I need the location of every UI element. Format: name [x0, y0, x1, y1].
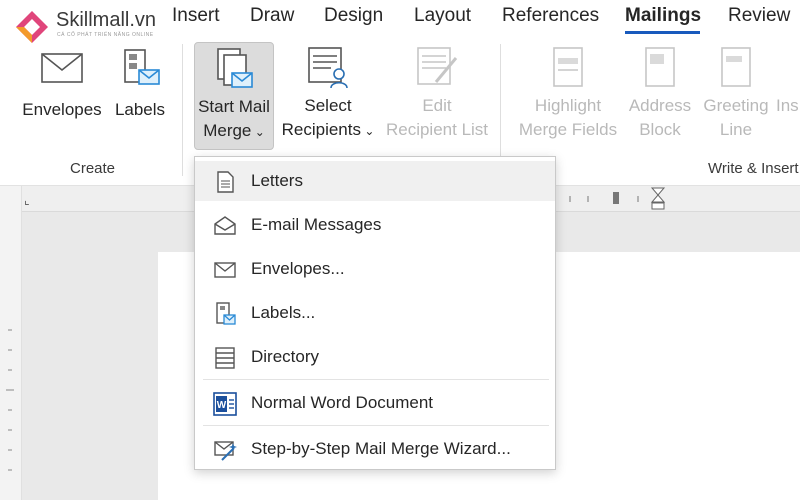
start-mail-merge-menu: Letters E-mail Messages Envelopes... Lab…	[194, 156, 556, 470]
start-mail-merge-label-2-wrap: Merge ⌄	[195, 119, 273, 144]
greeting-line-icon	[721, 47, 751, 87]
menu-item-mail-merge-wizard[interactable]: Step-by-Step Mail Merge Wizard...	[195, 429, 555, 469]
email-icon	[214, 216, 236, 235]
labels-button[interactable]: Labels	[110, 48, 170, 122]
insert-merge-field-label: Ins	[776, 96, 799, 115]
envelopes-label: Envelopes	[22, 100, 102, 119]
envelope-icon	[41, 53, 83, 83]
greeting-label-2: Line	[719, 120, 753, 139]
tab-draw[interactable]: Draw	[250, 5, 294, 27]
labels-icon	[124, 49, 160, 85]
start-mail-merge-label-2: Merge	[203, 121, 252, 140]
menu-item-labels[interactable]: Labels...	[195, 293, 555, 333]
menu-item-label: Envelopes...	[251, 259, 345, 278]
word-icon: W	[213, 392, 237, 416]
select-recipients-icon	[308, 47, 348, 89]
highlight-icon	[553, 47, 583, 87]
menu-item-directory[interactable]: Directory	[195, 337, 555, 377]
highlight-label-2: Merge Fields	[518, 120, 618, 139]
address-block-icon	[645, 47, 675, 87]
label-icon	[216, 302, 236, 325]
chevron-down-icon: ⌄	[360, 124, 375, 138]
letter-icon	[217, 171, 234, 193]
select-recipients-button[interactable]: Select Recipients ⌄	[280, 44, 376, 143]
logo-tagline: CÁ CỐ PHÁT TRIỂN NĂNG ONLINE	[57, 32, 154, 38]
create-group-label: Create	[70, 160, 116, 177]
menu-separator	[203, 379, 549, 380]
envelopes-button[interactable]: Envelopes	[20, 48, 104, 122]
edit-list-icon	[417, 47, 458, 85]
tab-review[interactable]: Review	[728, 5, 790, 27]
wizard-icon	[214, 441, 237, 461]
tab-references[interactable]: References	[502, 5, 599, 27]
insert-merge-field-button[interactable]: Ins	[776, 94, 800, 118]
select-recipients-label-2-wrap: Recipients ⌄	[280, 118, 376, 143]
menu-item-envelopes[interactable]: Envelopes...	[195, 249, 555, 289]
select-recipients-label-1: Select	[304, 96, 352, 115]
tab-insert[interactable]: Insert	[172, 5, 220, 27]
tab-design[interactable]: Design	[324, 5, 383, 27]
edit-list-label-2: Recipient List	[385, 120, 489, 139]
svg-text:⌞: ⌞	[24, 193, 30, 207]
greeting-line-button[interactable]: Greeting Line	[700, 44, 772, 142]
svg-text:W: W	[217, 400, 227, 411]
edit-recipient-list-button[interactable]: Edit Recipient List	[384, 44, 490, 142]
labels-label: Labels	[114, 100, 166, 119]
menu-item-label: Directory	[251, 347, 320, 366]
highlight-merge-fields-button[interactable]: Highlight Merge Fields	[514, 44, 622, 142]
start-mail-merge-button[interactable]: Start Mail Merge ⌄	[194, 42, 274, 150]
menu-item-label: Letters	[251, 171, 303, 190]
skillmall-logo: Skillmall.vn CÁ CỐ PHÁT TRIỂN NĂNG ONLIN…	[0, 0, 158, 48]
address-label-1: Address	[628, 96, 692, 115]
start-mail-merge-icon	[217, 48, 253, 88]
menu-item-normal-word-document[interactable]: W Normal Word Document	[195, 383, 555, 423]
tab-mailings[interactable]: Mailings	[625, 5, 701, 27]
skillmall-logo-icon	[16, 11, 48, 43]
logo-brand-text: Skillmall.vn	[56, 9, 157, 31]
menu-item-letters[interactable]: Letters	[195, 161, 555, 201]
highlight-label-1: Highlight	[534, 96, 602, 115]
menu-item-email-messages[interactable]: E-mail Messages	[195, 205, 555, 245]
address-block-button[interactable]: Address Block	[624, 44, 696, 142]
start-mail-merge-label-1: Start Mail	[198, 97, 270, 116]
vertical-ruler	[0, 186, 22, 500]
menu-item-label: Step-by-Step Mail Merge Wizard...	[251, 439, 511, 458]
menu-item-label: Normal Word Document	[251, 393, 434, 412]
menu-item-label: E-mail Messages	[251, 215, 382, 234]
chevron-down-icon: ⌄	[251, 125, 265, 139]
group-separator	[182, 44, 183, 176]
vertical-ruler-marks	[6, 329, 14, 471]
directory-icon	[215, 347, 235, 369]
tab-layout[interactable]: Layout	[414, 5, 471, 27]
greeting-label-1: Greeting	[703, 96, 769, 115]
address-label-2: Block	[639, 120, 681, 139]
active-tab-indicator	[625, 31, 700, 34]
menu-item-label: Labels...	[251, 303, 316, 322]
select-recipients-label-2: Recipients	[281, 120, 361, 139]
edit-list-label-1: Edit	[422, 96, 452, 115]
write-insert-group-label: Write & Insert	[708, 160, 799, 177]
envelope-icon	[214, 262, 236, 278]
menu-separator	[203, 425, 549, 426]
